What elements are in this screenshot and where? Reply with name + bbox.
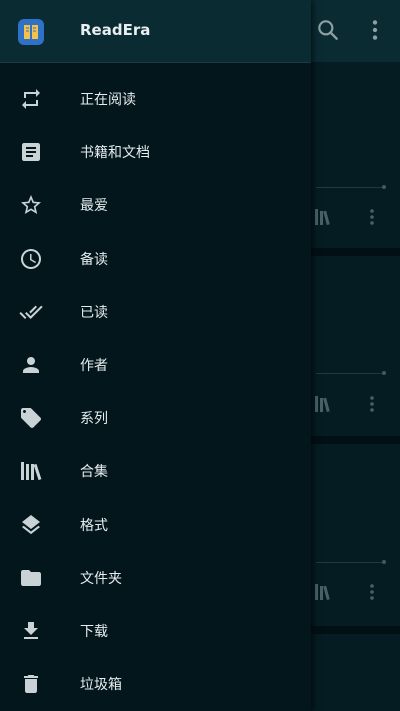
menu-item-label: 下载: [80, 623, 108, 640]
menu-item-finished[interactable]: 已读: [0, 286, 311, 339]
menu-item-favorites[interactable]: 最爱: [0, 179, 311, 232]
card-separator: [310, 248, 400, 256]
progress-line: [316, 562, 386, 563]
progress-line: [316, 373, 386, 374]
menu-item-downloads[interactable]: 下载: [0, 605, 311, 658]
progress-dot: [382, 185, 386, 189]
app-title: ReadEra: [80, 21, 151, 39]
menu-item-label: 格式: [80, 517, 108, 534]
progress-dot: [382, 560, 386, 564]
double-check-icon: [19, 300, 43, 324]
navigation-drawer: ReadEra 正在阅读 书籍和文档 最爱 备读 已读 作者 系列 合集 格式 …: [0, 0, 311, 711]
more-vert-icon[interactable]: [362, 17, 388, 43]
book-card[interactable]: [310, 634, 400, 711]
folder-icon: [19, 566, 43, 590]
menu-item-label: 系列: [80, 411, 108, 428]
search-icon[interactable]: [315, 17, 341, 43]
menu-item-label: 作者: [80, 357, 108, 374]
star-icon: [19, 193, 43, 217]
download-icon: [19, 619, 43, 643]
drawer-menu: 正在阅读 书籍和文档 最爱 备读 已读 作者 系列 合集 格式 文件夹 下载 垃…: [0, 73, 311, 711]
menu-item-to-read[interactable]: 备读: [0, 233, 311, 286]
menu-item-authors[interactable]: 作者: [0, 339, 311, 392]
person-icon: [19, 353, 43, 377]
menu-item-series[interactable]: 系列: [0, 392, 311, 445]
progress-line: [316, 187, 386, 188]
card-more-icon[interactable]: [368, 208, 376, 226]
menu-item-collections[interactable]: 合集: [0, 445, 311, 498]
divider: [0, 62, 311, 63]
books-icon: [314, 395, 334, 413]
book-card[interactable]: [310, 256, 400, 436]
books-icon: [314, 208, 334, 226]
menu-item-label: 垃圾箱: [80, 677, 122, 694]
swap-arrows-icon: [19, 87, 43, 111]
menu-item-folders[interactable]: 文件夹: [0, 552, 311, 605]
layers-icon: [19, 513, 43, 537]
book-card[interactable]: [310, 62, 400, 248]
book-card[interactable]: [310, 444, 400, 626]
app-logo-icon: [18, 19, 44, 45]
menu-item-label: 备读: [80, 251, 108, 268]
menu-item-books-documents[interactable]: 书籍和文档: [0, 126, 311, 179]
menu-item-trash[interactable]: 垃圾箱: [0, 658, 311, 711]
document-icon: [19, 140, 43, 164]
progress-dot: [382, 371, 386, 375]
books-icon: [314, 583, 334, 601]
menu-item-formats[interactable]: 格式: [0, 499, 311, 552]
card-separator: [310, 626, 400, 634]
clock-icon: [19, 247, 43, 271]
trash-icon: [19, 672, 43, 696]
books-icon: [19, 459, 43, 483]
menu-item-label: 合集: [80, 464, 108, 481]
card-more-icon[interactable]: [368, 583, 376, 601]
menu-item-label: 已读: [80, 304, 108, 321]
card-separator: [310, 436, 400, 444]
menu-item-label: 书籍和文档: [80, 145, 150, 162]
menu-item-label: 文件夹: [80, 570, 122, 587]
menu-item-label: 正在阅读: [80, 92, 136, 108]
menu-item-reading[interactable]: 正在阅读: [0, 73, 311, 126]
menu-item-label: 最爱: [80, 198, 108, 215]
drawer-header: ReadEra: [0, 0, 311, 62]
tag-icon: [19, 406, 43, 430]
card-more-icon[interactable]: [368, 395, 376, 413]
